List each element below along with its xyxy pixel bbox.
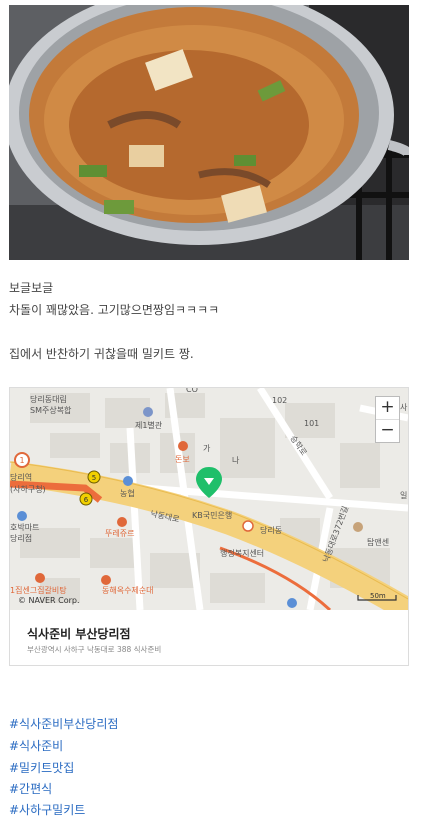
map-label: CO [186,388,198,394]
bank-poi-icon [123,476,133,486]
map-label: 제1별관 [135,420,163,430]
map-label: 농협 [120,488,135,498]
map-label: 돈보 [175,455,190,464]
map-label: 101 [304,419,319,428]
shop-poi-icon [353,522,363,532]
map-label: 탑앤센 [367,537,389,547]
map-label: 당리동대림 [30,394,67,404]
hashtag[interactable]: #밀키트맛집 [9,759,74,776]
map-label: (사하구청) [10,484,46,494]
hashtag[interactable]: #간편식 [9,780,52,797]
map-label: 가 [203,444,211,453]
zoom-in-button[interactable]: + [376,397,399,419]
map-label: 사 [400,403,408,412]
park-poi-icon [287,598,297,608]
stew-photo[interactable] [9,5,409,260]
hashtag[interactable]: #사하구밀키트 [9,801,85,818]
map-label: 당리점 [10,533,32,543]
office-poi-icon [242,520,254,532]
scale-label: 50m [370,592,386,600]
galbitang-poi-icon [35,573,45,583]
mart-poi-icon [17,511,27,521]
map-card[interactable]: 1 5 6 당리동대림 SM주상복합 제1별관 돈보 당리역 (사하구청) 농협… [9,387,409,666]
map-label: KB국민은행 [192,510,232,520]
map-label: 행정복지센터 [220,548,264,558]
post-line-1: 보글보글 [9,281,54,295]
map-copyright: © NAVER Corp. [18,596,80,605]
sundae-poi-icon [101,575,111,585]
zoom-out-button[interactable]: − [376,419,399,442]
map-label: 당리역 [10,472,32,482]
stew-pot-image [9,5,409,260]
map-label: 뚜레쥬르 [105,529,134,538]
place-name[interactable]: 식사준비 부산당리점 [27,625,131,642]
station-badge-5: 5 [92,474,96,482]
station-badge-1: 1 [19,456,24,465]
bakery-poi-icon [117,517,127,527]
map-label: 당리동 [260,525,282,535]
zoom-control: + − [375,396,400,443]
building-poi-icon [143,407,153,417]
map-label: 동해옥수제순대 [102,585,154,595]
station-badge-6: 6 [84,496,89,504]
map-canvas: 1 5 6 당리동대림 SM주상복합 제1별관 돈보 당리역 (사하구청) 농협… [10,388,408,610]
post-line-2: 차돌이 꽤많았음. 고기많으면짱임ㅋㅋㅋㅋ [9,303,220,317]
map-label: 102 [272,396,287,405]
post-line-3: 집에서 반찬하기 귀찮을때 밀키트 짱. [9,347,194,361]
map-view[interactable]: 1 5 6 당리동대림 SM주상복합 제1별관 돈보 당리역 (사하구청) 농협… [10,388,408,610]
map-label: 1집센그집갈비탕 [10,585,67,595]
hashtag[interactable]: #식사준비 [9,737,63,754]
map-label: SM주상복합 [30,405,72,415]
map-label: 호박마트 [10,522,39,532]
map-label: 나 [232,456,240,465]
map-label: 일 [400,491,407,500]
hashtag[interactable]: #식사준비부산당리점 [9,715,118,732]
place-address: 부산광역시 사하구 낙동대로 388 식사준비 [27,645,162,654]
restaurant-poi-icon [178,441,188,451]
